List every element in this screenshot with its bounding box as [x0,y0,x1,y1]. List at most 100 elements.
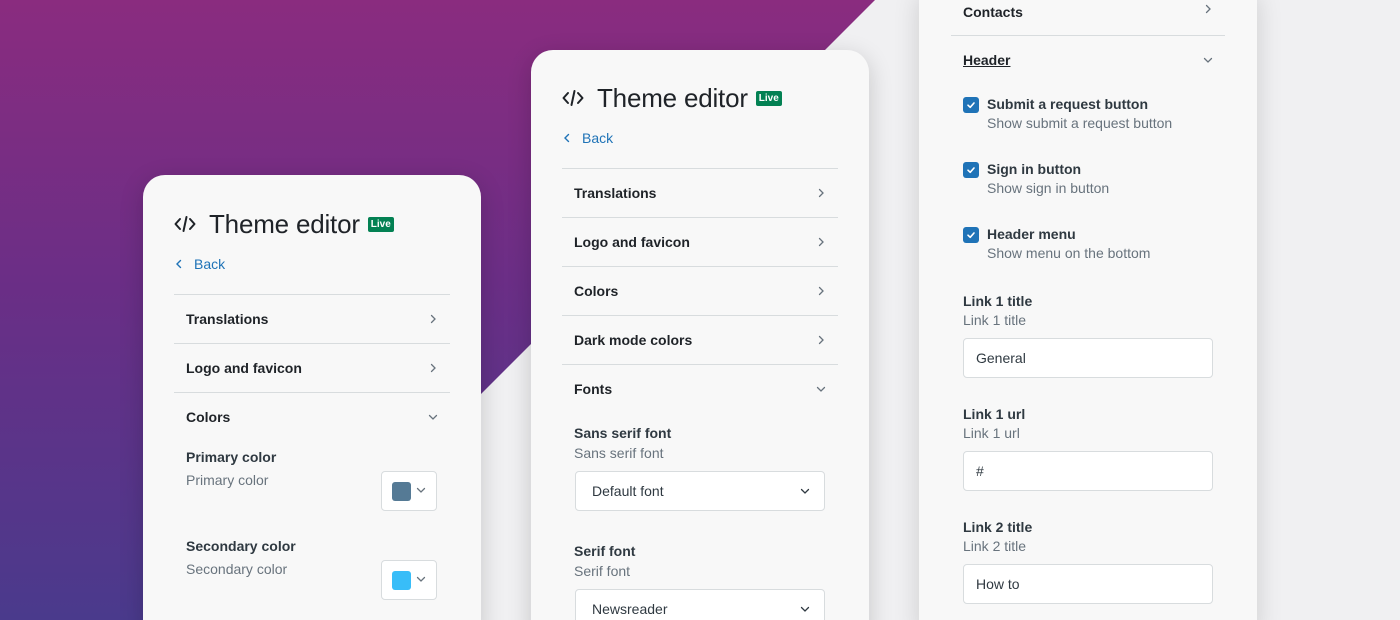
menu-item-contacts[interactable]: Contacts [951,0,1225,35]
field-hint: Serif font [574,563,631,579]
menu-item-label: Dark mode colors [574,332,693,348]
menu-item-header[interactable]: Header [951,36,1225,84]
chevron-right-icon [816,237,826,247]
link-1-url-input[interactable]: # [963,451,1213,491]
input-value: # [976,463,984,479]
link-2-title-input[interactable]: How to [963,564,1213,604]
input-value: General [976,350,1026,366]
menu-item-colors[interactable]: Colors [174,393,450,441]
checkbox-header-menu[interactable]: Header menu Show menu on the bottom [963,226,1150,261]
primary-color-picker[interactable] [381,471,437,511]
check-icon [967,102,975,109]
link-2-title-field: Link 2 title Link 2 title How to [963,519,1213,604]
check-icon [967,232,975,239]
checkbox-label: Sign in button [987,161,1082,177]
theme-editor-card-left: Theme editor Live Back Translations Logo… [143,175,481,620]
menu-item-label: Header [963,52,1011,68]
menu-item-translations[interactable]: Translations [562,169,838,217]
field-hint: Link 1 title [963,312,1027,328]
title-row: Theme editor Live [562,82,838,113]
field-hint: Sans serif font [574,445,664,461]
chevron-right-icon [428,314,438,324]
primary-color-swatch [392,481,411,501]
card-content: Theme editor Live Back Translations Logo… [562,82,838,413]
menu-item-label: Translations [574,185,657,201]
checkbox-hint: Show submit a request button [987,115,1173,131]
back-label: Back [582,130,614,146]
chevron-left-icon [174,259,184,269]
menu-item-colors[interactable]: Colors [562,267,838,315]
menu-item-fonts[interactable]: Fonts [562,365,838,413]
menu-item-label: Logo and favicon [186,360,302,376]
chevron-down-icon [800,483,810,499]
checkbox-label: Submit a request button [987,96,1148,112]
field-hint: Primary color [186,472,269,488]
chevron-down-icon [428,412,438,422]
serif-font-field: Serif font Serif font [562,543,647,579]
field-label: Link 2 title [963,519,1033,535]
live-badge: Live [367,216,394,232]
chevron-down-icon [816,384,826,394]
back-link[interactable]: Back [562,129,838,147]
page-title: Theme editor [597,82,748,113]
input-value: How to [976,576,1020,592]
field-label: Serif font [574,543,636,559]
chevron-right-icon [1203,4,1213,14]
select-value: Default font [592,483,664,499]
sans-serif-font-field: Sans serif font Sans serif font [562,425,683,461]
field-hint: Link 1 url [963,425,1020,441]
menu-item-translations[interactable]: Translations [174,295,450,343]
chevron-right-icon [816,286,826,296]
menu-item-dark-mode-colors[interactable]: Dark mode colors [562,316,838,364]
link-1-url-field: Link 1 url Link 1 url # [963,406,1213,491]
menu-item-label: Logo and favicon [574,234,690,250]
page-title: Theme editor [209,208,360,239]
link-1-title-input[interactable]: General [963,338,1213,378]
primary-color-field: Primary color Primary color [174,449,374,488]
back-link[interactable]: Back [174,255,450,273]
menu-item-label: Colors [186,409,231,425]
check-icon [967,167,975,174]
menu-item-logo-and-favicon[interactable]: Logo and favicon [174,344,450,392]
sans-serif-font-select[interactable]: Default font [575,471,825,511]
checkbox-checked[interactable] [963,227,979,243]
panel-content: Contacts Header [951,0,1225,84]
field-label: Link 1 url [963,406,1026,422]
header-settings-panel: Contacts Header Submit a request button … [919,0,1257,620]
back-label: Back [194,256,226,272]
code-icon [562,88,586,108]
checkbox-text: Submit a request button Show submit a re… [987,96,1172,131]
menu-item-label: Colors [574,283,619,299]
checkbox-hint: Show menu on the bottom [987,245,1151,261]
live-badge: Live [755,90,782,106]
serif-font-select[interactable]: Newsreader [575,589,825,620]
checkbox-sign-in[interactable]: Sign in button Show sign in button [963,161,1109,196]
select-value: Newsreader [592,601,668,617]
secondary-color-swatch [392,570,411,590]
chevron-down-icon [416,482,426,500]
chevron-right-icon [816,335,826,345]
checkbox-hint: Show sign in button [987,180,1110,196]
field-hint: Secondary color [186,561,288,577]
secondary-color-field: Secondary color Secondary color [174,538,374,577]
title-row: Theme editor Live [174,208,450,239]
menu-item-label: Translations [186,311,269,327]
chevron-left-icon [562,133,572,143]
checkbox-checked[interactable] [963,97,979,113]
chevron-right-icon [816,188,826,198]
checkbox-submit-request[interactable]: Submit a request button Show submit a re… [963,96,1172,131]
menu-item-logo-and-favicon[interactable]: Logo and favicon [562,218,838,266]
checkbox-label: Header menu [987,226,1076,242]
checkbox-text: Sign in button Show sign in button [987,161,1109,196]
code-icon [174,214,198,234]
chevron-down-icon [1203,55,1213,65]
checkbox-text: Header menu Show menu on the bottom [987,226,1150,261]
field-label: Primary color [186,449,277,465]
menu-item-label: Fonts [574,381,613,397]
chevron-down-icon [416,571,426,589]
link-1-title-field: Link 1 title Link 1 title General [963,293,1213,378]
secondary-color-picker[interactable] [381,560,437,600]
checkbox-checked[interactable] [963,162,979,178]
theme-editor-card-middle: Theme editor Live Back Translations Logo… [531,50,869,620]
menu-item-label: Contacts [963,4,1023,20]
